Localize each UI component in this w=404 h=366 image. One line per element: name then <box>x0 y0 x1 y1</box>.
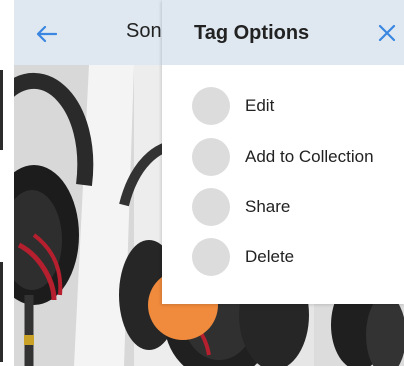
previous-screen-edge <box>0 0 14 366</box>
arrow-left-icon <box>36 25 57 43</box>
panel-title: Tag Options <box>194 22 310 44</box>
option-share[interactable]: Share <box>192 187 402 227</box>
app: Son Tag Options Edit Add to Collection S… <box>14 0 404 366</box>
edge-divider <box>0 262 3 362</box>
option-delete[interactable]: Delete <box>192 237 402 277</box>
option-add-to-collection[interactable]: Add to Collection <box>192 137 402 177</box>
option-icon-placeholder <box>192 238 230 276</box>
option-label: Add to Collection <box>245 147 374 166</box>
back-button[interactable] <box>32 20 60 48</box>
option-icon-placeholder <box>192 138 230 176</box>
panel-header: Tag Options <box>162 0 404 65</box>
edge-divider <box>0 70 3 150</box>
close-button[interactable] <box>374 20 400 46</box>
close-icon <box>378 24 396 42</box>
option-icon-placeholder <box>192 188 230 226</box>
option-label: Share <box>245 197 291 216</box>
option-icon-placeholder <box>192 87 230 125</box>
option-label: Delete <box>245 247 295 266</box>
option-edit[interactable]: Edit <box>192 86 402 126</box>
page-title: Son <box>126 20 162 42</box>
tag-options-panel: Tag Options Edit Add to Collection Share… <box>162 0 404 304</box>
option-label: Edit <box>245 96 275 115</box>
